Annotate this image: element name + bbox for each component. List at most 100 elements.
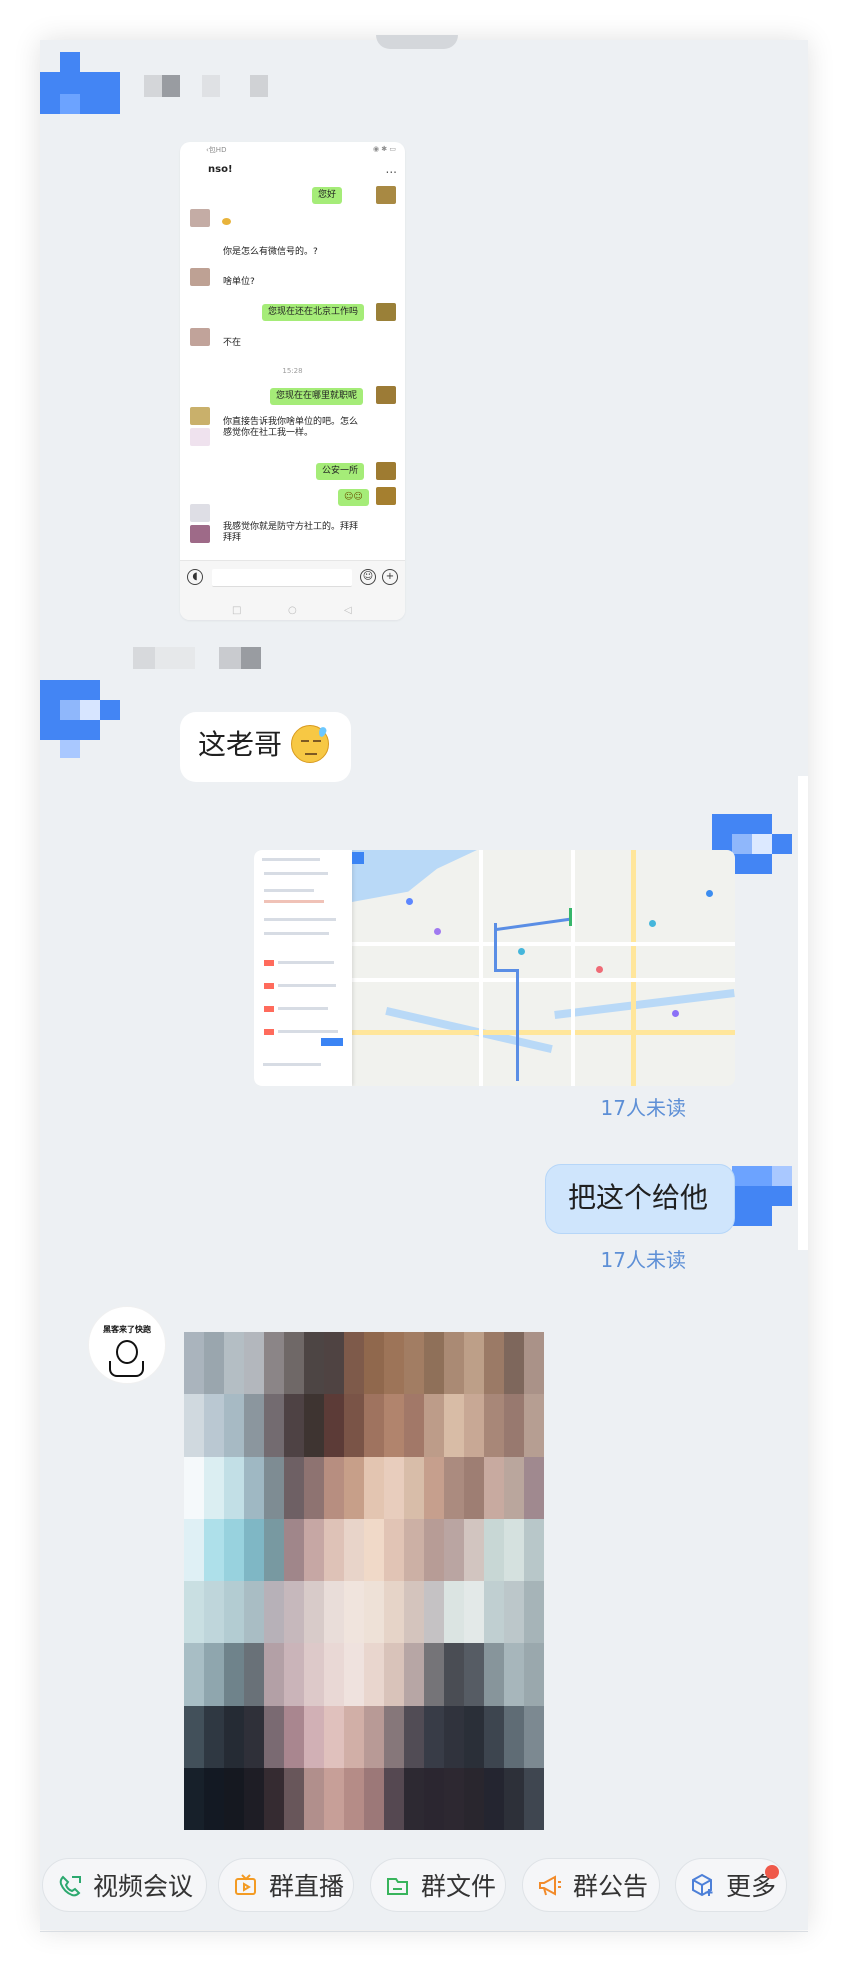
photo-pixel-cell [244, 1352, 265, 1375]
photo-pixel-cell [464, 1726, 485, 1749]
phone-status-right: ◉ ✱ ▭ [372, 145, 396, 153]
photo-pixel-cell [404, 1684, 425, 1707]
chat-panel[interactable]: ‹包HD ◉ ✱ ▭ nso! ... 您好 你是怎么有微信号的。? 啥单位? … [40, 40, 808, 1930]
photo-pixel-cell [284, 1643, 305, 1666]
photo-pixel-cell [404, 1394, 425, 1417]
photo-pixel-cell [204, 1518, 225, 1541]
emoji-icon: ☺ [360, 569, 376, 585]
photo-pixel-cell [464, 1539, 485, 1562]
photo-pixel-cell [304, 1332, 325, 1354]
group-announcement-button[interactable]: 群公告 [522, 1858, 660, 1912]
photo-pixel-cell [324, 1498, 345, 1520]
photo-pixel-cell [284, 1622, 305, 1645]
photo-pixel-cell [324, 1664, 345, 1686]
photo-pixel-cell [504, 1498, 525, 1520]
photo-pixel-cell [344, 1332, 365, 1354]
video-conference-button[interactable]: 视频会议 [42, 1858, 207, 1912]
photo-pixel-cell [224, 1498, 245, 1520]
photo-pixel-cell [524, 1767, 544, 1790]
photo-pixel-cell [344, 1643, 365, 1666]
photo-pixel-cell [364, 1394, 385, 1417]
sender-name-first [144, 75, 268, 97]
photo-pixel-cell [264, 1394, 285, 1417]
photo-pixel-cell [404, 1539, 425, 1562]
photo-pixel-cell [304, 1456, 325, 1479]
photo-pixel-cell [444, 1726, 465, 1749]
top-drag-handle[interactable] [376, 35, 458, 49]
photo-pixel-cell [244, 1601, 265, 1624]
photo-pixel-cell [244, 1415, 265, 1437]
photo-pixel-cell [424, 1601, 445, 1624]
photo-pixel-cell [244, 1747, 265, 1769]
sender-avatar-first[interactable] [40, 52, 130, 114]
photo-pixel-cell [364, 1622, 385, 1645]
photo-pixel-cell [224, 1622, 245, 1645]
photo-pixel-cell [444, 1518, 465, 1541]
photo-pixel-cell [464, 1560, 485, 1583]
photo-pixel-cell [524, 1539, 544, 1562]
photo-pixel-cell [384, 1435, 405, 1458]
photo-pixel-cell [204, 1415, 225, 1437]
phone-message-left: 我感觉你就是防守方社工的。拜拜 拜拜 [217, 519, 365, 547]
photo-pixel-cell [504, 1705, 525, 1728]
photo-pixel-cell [304, 1664, 325, 1686]
photo-pixel-cell [364, 1747, 385, 1769]
photo-pixel-cell [444, 1415, 465, 1437]
photo-pixel-cell [464, 1788, 485, 1811]
photo-pixel-cell [384, 1560, 405, 1583]
photo-pixel-cell [484, 1788, 505, 1811]
photo-pixel-cell [404, 1643, 425, 1666]
square-nav-icon: □ [232, 605, 242, 616]
hacker-avatar[interactable]: 黑客来了快跑 [88, 1306, 166, 1384]
photo-pixel-cell [464, 1664, 485, 1686]
photo-pixel-cell [324, 1352, 345, 1375]
photo-pixel-cell [284, 1560, 305, 1583]
sender-avatar-second[interactable] [40, 680, 130, 758]
phone-input-bar: ◖ ☺ + □ ○ ◁ [180, 560, 405, 620]
photo-pixel-cell [324, 1684, 345, 1707]
photo-pixel-cell [524, 1456, 544, 1479]
own-text-message-bubble[interactable]: 把这个给他 [545, 1164, 735, 1234]
photo-pixel-cell [524, 1788, 544, 1811]
photo-pixel-cell [424, 1352, 445, 1375]
photo-pixel-cell [484, 1726, 505, 1749]
text-message-bubble[interactable]: 这老哥 [180, 712, 351, 782]
photo-pixel-cell [424, 1560, 445, 1583]
photo-pixel-cell [264, 1643, 285, 1666]
phone-avatar-right [376, 462, 396, 480]
photo-pixel-cell [224, 1705, 245, 1728]
photo-pixel-cell [524, 1560, 544, 1583]
photo-pixel-cell [184, 1788, 205, 1811]
photo-pixel-cell [264, 1518, 285, 1541]
phone-chat-title: nso! [208, 164, 233, 175]
photo-pixel-cell [264, 1767, 285, 1790]
map-image-message[interactable] [254, 850, 735, 1086]
photo-pixel-cell [464, 1477, 485, 1500]
photo-pixel-cell [224, 1518, 245, 1541]
photo-pixel-cell [384, 1809, 405, 1830]
pixelated-photo-message[interactable] [184, 1332, 544, 1830]
photo-pixel-cell [364, 1581, 385, 1603]
photo-pixel-cell [444, 1477, 465, 1500]
photo-pixel-cell [424, 1684, 445, 1707]
more-button[interactable]: 更多 [675, 1858, 787, 1912]
phone-avatar-left [190, 525, 210, 543]
chat-scrollbar[interactable] [798, 776, 808, 1250]
add-icon: + [382, 569, 398, 585]
chat-screenshot-message[interactable]: ‹包HD ◉ ✱ ▭ nso! ... 您好 你是怎么有微信号的。? 啥单位? … [180, 142, 405, 620]
group-live-button[interactable]: 群直播 [218, 1858, 354, 1912]
group-files-button[interactable]: 群文件 [370, 1858, 506, 1912]
photo-pixel-cell [324, 1809, 345, 1830]
photo-pixel-cell [304, 1560, 325, 1583]
photo-pixel-cell [264, 1456, 285, 1479]
photo-pixel-cell [364, 1415, 385, 1437]
photo-pixel-cell [224, 1767, 245, 1790]
photo-pixel-cell [404, 1332, 425, 1354]
photo-pixel-cell [224, 1601, 245, 1624]
photo-pixel-cell [364, 1498, 385, 1520]
photo-pixel-cell [444, 1767, 465, 1790]
photo-pixel-cell [524, 1435, 544, 1458]
photo-pixel-cell [464, 1705, 485, 1728]
photo-pixel-cell [324, 1415, 345, 1437]
photo-pixel-cell [504, 1456, 525, 1479]
